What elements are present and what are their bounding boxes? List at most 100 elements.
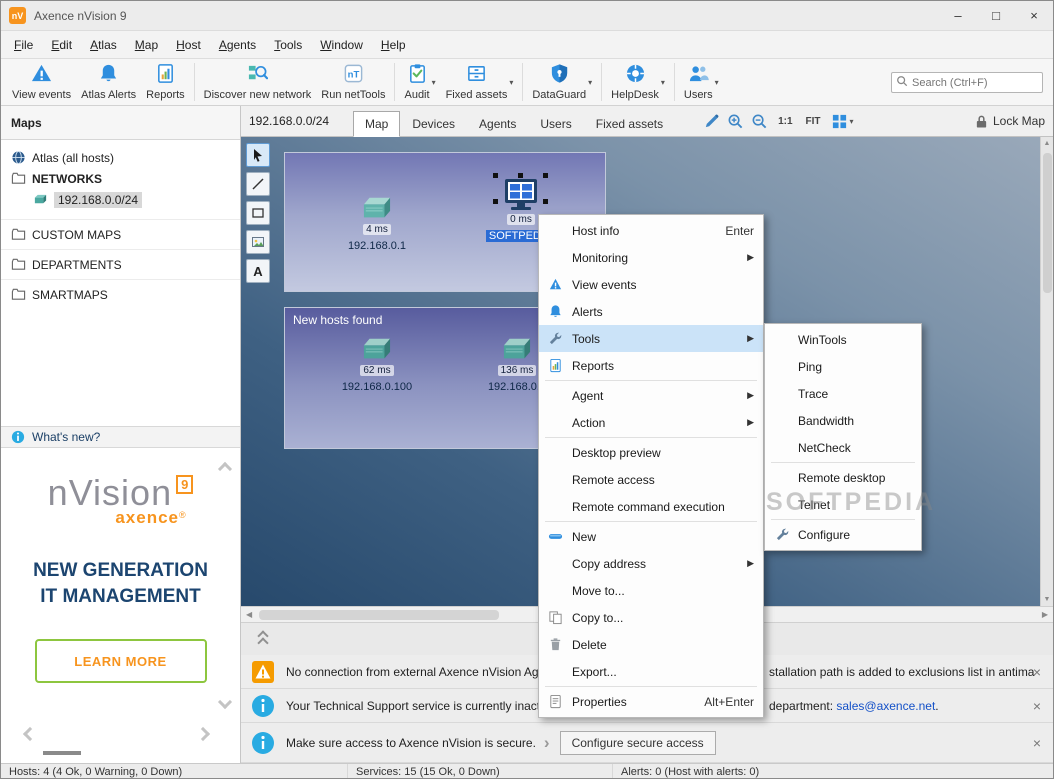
- tree-item-departments[interactable]: DEPARTMENTS: [1, 249, 240, 272]
- menu-window[interactable]: Window: [311, 34, 372, 56]
- menu-item-agent[interactable]: Agent ▶: [539, 382, 763, 409]
- selection-handle[interactable]: [518, 173, 523, 178]
- email-link[interactable]: sales@axence.net: [836, 699, 935, 713]
- selection-handle[interactable]: [493, 199, 498, 204]
- zoom-actual-button[interactable]: 1:1: [775, 114, 795, 129]
- close-button[interactable]: ×: [1015, 1, 1053, 30]
- scroll-down-arrow-icon[interactable]: ▼: [1041, 596, 1053, 603]
- dropdown-arrow-icon[interactable]: ▾: [661, 78, 665, 87]
- menu-help[interactable]: Help: [372, 34, 415, 56]
- zoom-in-button[interactable]: [727, 113, 744, 130]
- maximize-button[interactable]: □: [977, 1, 1015, 30]
- menu-item-remote-command-execution[interactable]: Remote command execution: [539, 493, 763, 520]
- menu-item-export[interactable]: Export...: [539, 658, 763, 685]
- tree-item-atlas[interactable]: Atlas (all hosts): [1, 147, 240, 168]
- dataguard-button[interactable]: DataGuard ▾: [527, 61, 597, 103]
- dropdown-arrow-icon[interactable]: ▾: [588, 78, 592, 87]
- line-tool-button[interactable]: [246, 172, 270, 196]
- selection-handle[interactable]: [493, 173, 498, 178]
- image-tool-button[interactable]: [246, 230, 270, 254]
- menu-tools[interactable]: Tools: [265, 34, 311, 56]
- layout-grid-button[interactable]: ▾: [831, 113, 854, 130]
- tree-item-networks[interactable]: NETWORKS: [1, 168, 240, 189]
- vscroll-thumb[interactable]: [1043, 153, 1052, 293]
- select-tool-button[interactable]: [246, 143, 270, 167]
- fixed-assets-button[interactable]: Fixed assets ▾: [441, 61, 519, 103]
- menu-item-host-info[interactable]: Host info Enter: [539, 217, 763, 244]
- tree-item-network-192-168-0-0[interactable]: 192.168.0.0/24: [1, 189, 240, 210]
- tree-item-smartmaps[interactable]: SMARTMAPS: [1, 279, 240, 302]
- users-button[interactable]: Users ▾: [679, 61, 724, 103]
- dropdown-arrow-icon[interactable]: ▾: [432, 78, 436, 87]
- close-icon[interactable]: ×: [1033, 698, 1041, 714]
- menu-item-properties[interactable]: Properties Alt+Enter: [539, 688, 763, 715]
- menu-item-delete[interactable]: Delete: [539, 631, 763, 658]
- menu-item-reports[interactable]: Reports: [539, 352, 763, 379]
- rectangle-tool-button[interactable]: [246, 201, 270, 225]
- configure-secure-access-button[interactable]: Configure secure access: [559, 730, 716, 755]
- menu-item-desktop-preview[interactable]: Desktop preview: [539, 439, 763, 466]
- submenu-item-remote-desktop[interactable]: Remote desktop: [765, 464, 921, 491]
- submenu-item-wintools[interactable]: WinTools: [765, 326, 921, 353]
- reports-button[interactable]: Reports: [141, 61, 190, 103]
- tab-users[interactable]: Users: [528, 111, 583, 136]
- dropdown-arrow-icon[interactable]: ▾: [850, 117, 854, 126]
- lock-map-button[interactable]: Lock Map: [975, 114, 1045, 129]
- submenu-item-netcheck[interactable]: NetCheck: [765, 434, 921, 461]
- menu-item-remote-access[interactable]: Remote access: [539, 466, 763, 493]
- menu-host[interactable]: Host: [167, 34, 210, 56]
- submenu-item-bandwidth[interactable]: Bandwidth: [765, 407, 921, 434]
- zoom-fit-button[interactable]: FIT: [803, 114, 824, 129]
- learn-more-button[interactable]: LEARN MORE: [34, 639, 207, 684]
- tab-map[interactable]: Map: [353, 111, 401, 137]
- run-nettools-button[interactable]: nT Run netTools: [316, 61, 390, 103]
- submenu-item-telnet[interactable]: Telnet: [765, 491, 921, 518]
- menu-map[interactable]: Map: [126, 34, 167, 56]
- close-icon[interactable]: ×: [1033, 664, 1041, 680]
- view-events-button[interactable]: View events: [7, 61, 76, 103]
- edit-map-button[interactable]: [703, 113, 720, 130]
- text-tool-button[interactable]: A: [246, 259, 270, 283]
- submenu-item-trace[interactable]: Trace: [765, 380, 921, 407]
- selection-handle[interactable]: [543, 199, 548, 204]
- scroll-right-arrow-icon[interactable]: ▶: [1042, 610, 1048, 619]
- scroll-left-arrow-icon[interactable]: ◀: [246, 610, 252, 619]
- submenu-item-ping[interactable]: Ping: [765, 353, 921, 380]
- search-input[interactable]: [912, 76, 1038, 89]
- menu-file[interactable]: File: [5, 34, 42, 56]
- menu-item-tools[interactable]: Tools ▶: [539, 325, 763, 352]
- selection-handle[interactable]: [543, 173, 548, 178]
- menu-item-view-events[interactable]: View events: [539, 271, 763, 298]
- menu-item-new[interactable]: New: [539, 523, 763, 550]
- audit-button[interactable]: Audit ▾: [399, 61, 440, 103]
- minimize-button[interactable]: –: [939, 1, 977, 30]
- menu-item-alerts[interactable]: Alerts: [539, 298, 763, 325]
- menu-item-copy-to[interactable]: Copy to...: [539, 604, 763, 631]
- menu-item-copy-address[interactable]: Copy address ▶: [539, 550, 763, 577]
- zoom-out-button[interactable]: [751, 113, 768, 130]
- discover-network-button[interactable]: Discover new network: [199, 61, 317, 103]
- hscroll-thumb[interactable]: [259, 610, 499, 620]
- sidebar-hscroll-thumb[interactable]: [43, 751, 81, 755]
- tab-agents[interactable]: Agents: [467, 111, 528, 136]
- menu-item-monitoring[interactable]: Monitoring ▶: [539, 244, 763, 271]
- whats-new-link[interactable]: What's new?: [1, 426, 240, 448]
- submenu-item-configure[interactable]: Configure: [765, 521, 921, 548]
- map-vertical-scrollbar[interactable]: ▲ ▼: [1040, 137, 1053, 606]
- host-192-168-0-1[interactable]: 4 ms 192.168.0.1: [331, 195, 423, 252]
- menu-edit[interactable]: Edit: [42, 34, 81, 56]
- menu-item-move-to[interactable]: Move to...: [539, 577, 763, 604]
- scroll-left-chevron[interactable]: [22, 726, 38, 742]
- menu-agents[interactable]: Agents: [210, 34, 265, 56]
- tree-item-custom-maps[interactable]: CUSTOM MAPS: [1, 219, 240, 242]
- tab-fixed-assets[interactable]: Fixed assets: [584, 111, 675, 136]
- helpdesk-button[interactable]: HelpDesk ▾: [606, 61, 670, 103]
- menu-item-action[interactable]: Action ▶: [539, 409, 763, 436]
- close-icon[interactable]: ×: [1033, 735, 1041, 751]
- atlas-alerts-button[interactable]: Atlas Alerts: [76, 61, 141, 103]
- menu-atlas[interactable]: Atlas: [81, 34, 126, 56]
- scroll-right-chevron[interactable]: [195, 726, 211, 742]
- dropdown-arrow-icon[interactable]: ▾: [715, 78, 719, 87]
- scroll-up-arrow-icon[interactable]: ▲: [1041, 140, 1053, 147]
- scroll-down-chevron[interactable]: [217, 694, 233, 710]
